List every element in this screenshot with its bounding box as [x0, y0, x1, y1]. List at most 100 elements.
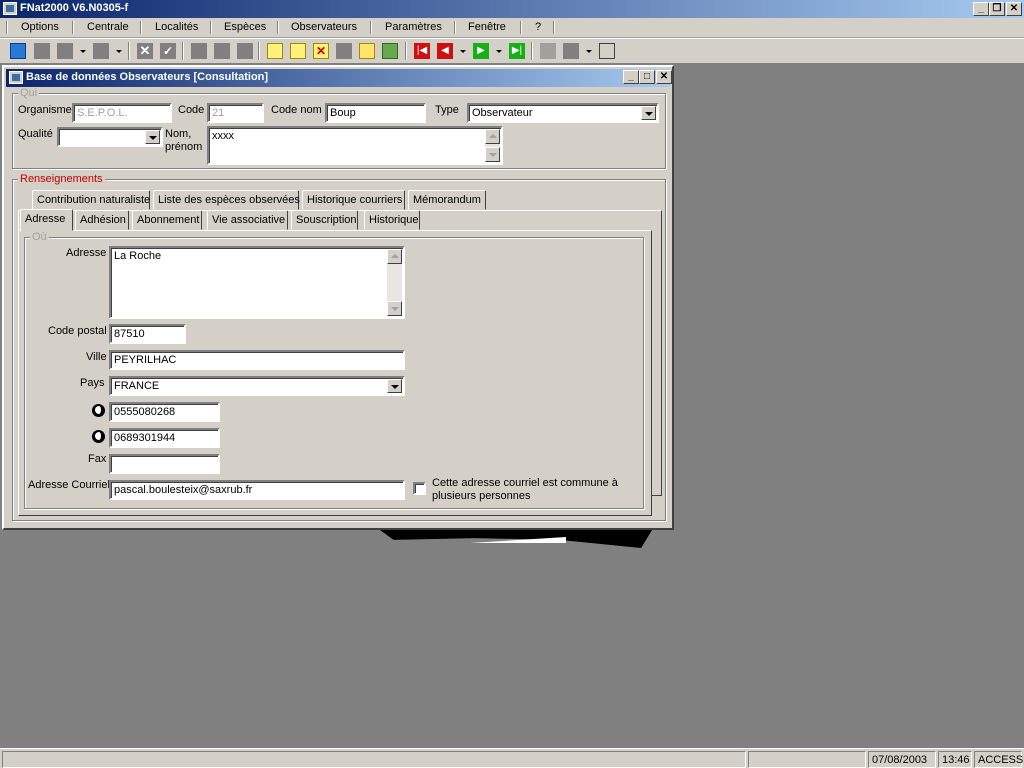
copy-icon[interactable] — [214, 43, 230, 59]
ville-field[interactable]: PEYRILHAC — [109, 350, 405, 370]
tab-abonnement[interactable]: Abonnement — [132, 210, 202, 230]
window-close-icon[interactable]: ✕ — [656, 70, 672, 84]
window-minimize-icon[interactable]: _ — [623, 70, 639, 84]
status-message-panel — [2, 751, 746, 768]
paste-icon[interactable] — [237, 43, 253, 59]
tab-adresse[interactable]: Adresse — [20, 209, 73, 231]
menu-separator — [6, 21, 8, 34]
exit-icon[interactable] — [599, 43, 615, 59]
menu-separator — [520, 21, 522, 34]
tab-historique-courriers[interactable]: Historique courriers — [302, 190, 405, 210]
chevron-down-icon[interactable] — [145, 130, 160, 144]
tab-adhesion[interactable]: Adhésion — [75, 210, 129, 230]
scroll-down-icon[interactable] — [485, 147, 500, 162]
previous-record-icon[interactable]: ◀ — [437, 43, 453, 59]
menu-localites[interactable]: Localités — [155, 21, 198, 33]
code-nom-field[interactable]: Boup — [325, 103, 426, 123]
scroll-up-icon[interactable] — [387, 249, 402, 264]
background-shape — [380, 530, 652, 548]
ville-label: Ville — [86, 351, 107, 363]
open-folder-icon[interactable] — [359, 43, 375, 59]
courriel-field[interactable]: pascal.boulesteix@saxrub.fr — [109, 480, 405, 500]
menu-parametres[interactable]: Paramètres — [385, 21, 442, 33]
fax-field[interactable] — [109, 454, 220, 474]
menu-separator — [140, 21, 142, 34]
tab-historique[interactable]: Historique — [364, 210, 420, 230]
validate-icon[interactable]: ✓ — [160, 43, 176, 59]
type-label: Type — [435, 104, 459, 116]
menu-separator — [454, 21, 456, 34]
window-maximize-icon[interactable]: □ — [639, 70, 655, 84]
organisme-field[interactable]: S.E.P.O.L. — [72, 103, 172, 123]
edit-icon[interactable] — [191, 43, 207, 59]
phone1-field[interactable]: 0555080268 — [109, 402, 220, 422]
chevron-down-icon[interactable] — [387, 379, 402, 393]
first-record-icon[interactable]: |◀ — [414, 43, 430, 59]
close-icon[interactable]: ✕ — [1006, 2, 1022, 16]
next-record-icon[interactable]: ▶ — [473, 43, 489, 59]
dropdown-arrow-icon[interactable] — [460, 50, 466, 53]
nom-scrollbar[interactable] — [485, 129, 500, 162]
menu-fenetre[interactable]: Fenêtre — [468, 21, 506, 33]
qualite-select[interactable] — [57, 127, 163, 147]
menu-especes[interactable]: Espèces — [224, 21, 266, 33]
menu-separator — [72, 21, 74, 34]
tab-liste-especes[interactable]: Liste des espèces observées — [153, 190, 300, 210]
organisme-label: Organisme — [18, 104, 72, 116]
edit-record-icon[interactable] — [290, 43, 306, 59]
phone2-field[interactable]: 0689301944 — [109, 428, 220, 448]
toolbar-separator — [182, 42, 184, 60]
save-icon[interactable] — [34, 43, 50, 59]
menu-observateurs[interactable]: Observateurs — [291, 21, 357, 33]
code-field[interactable]: 21 — [207, 103, 264, 123]
search-icon[interactable] — [563, 43, 579, 59]
scroll-up-icon[interactable] — [485, 129, 500, 144]
new-record-icon[interactable] — [267, 43, 283, 59]
nom-prenom-field[interactable]: xxxx — [207, 126, 503, 165]
fax-label: Fax — [88, 453, 107, 465]
delete-record-icon[interactable]: ✕ — [313, 43, 329, 59]
nom-prenom-value: xxxx — [212, 130, 234, 142]
shared-email-checkbox[interactable] — [413, 482, 426, 495]
filter-icon[interactable] — [540, 43, 556, 59]
dropdown-arrow-icon[interactable] — [116, 50, 122, 53]
cancel-icon[interactable]: ✕ — [137, 43, 153, 59]
status-time: 13:46 — [938, 751, 972, 768]
tree-icon[interactable] — [382, 43, 398, 59]
adresse-scrollbar[interactable] — [387, 249, 402, 316]
toolbar-separator — [405, 42, 407, 60]
dropdown-arrow-icon[interactable] — [80, 50, 86, 53]
window-title-bar: Base de données Observateurs [Consultati… — [6, 69, 672, 87]
dropdown-arrow-icon[interactable] — [496, 50, 502, 53]
qualite-label: Qualité — [18, 128, 53, 140]
code-postal-label: Code postal — [48, 325, 107, 337]
scroll-down-icon[interactable] — [387, 301, 402, 316]
minimize-icon[interactable]: _ — [973, 2, 989, 16]
menu-options[interactable]: Options — [21, 21, 59, 33]
restore-icon[interactable]: ❐ — [989, 2, 1005, 16]
adresse-field[interactable]: La Roche — [109, 246, 405, 319]
tab-memorandum[interactable]: Mémorandum — [408, 190, 486, 210]
export-icon[interactable] — [93, 43, 109, 59]
back-icon[interactable] — [10, 43, 26, 59]
dropdown-arrow-icon[interactable] — [586, 50, 592, 53]
code-postal-field[interactable]: 87510 — [109, 324, 186, 344]
print-icon[interactable] — [57, 43, 73, 59]
code-label: Code — [178, 104, 205, 116]
toolbar-separator — [128, 42, 130, 60]
menu-help[interactable]: ? — [535, 21, 541, 33]
tab-contribution-naturaliste[interactable]: Contribution naturaliste — [32, 190, 150, 210]
duplicate-icon[interactable] — [336, 43, 352, 59]
window-icon — [9, 71, 23, 84]
last-record-icon[interactable]: ▶| — [509, 43, 525, 59]
chevron-down-icon[interactable] — [641, 106, 656, 120]
type-select[interactable]: Observateur — [467, 103, 659, 123]
phone-icon — [92, 404, 105, 417]
pays-label: Pays — [80, 377, 105, 389]
pays-select[interactable]: FRANCE — [109, 376, 405, 396]
tab-vie-associative[interactable]: Vie associative — [207, 210, 288, 230]
mobile-phone-icon — [92, 430, 105, 443]
tab-souscription[interactable]: Souscription — [291, 210, 358, 230]
menu-separator — [553, 21, 555, 34]
menu-centrale[interactable]: Centrale — [87, 21, 129, 33]
